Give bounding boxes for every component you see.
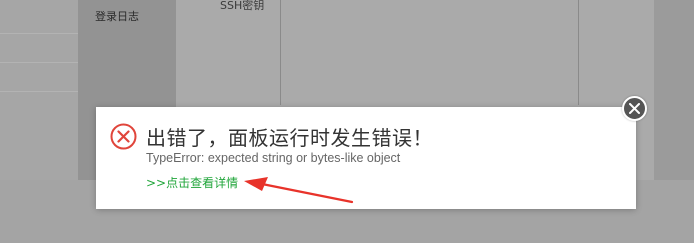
error-dialog: 出错了，面板运行时发生错误！ TypeError: expected strin… <box>96 107 636 209</box>
divider <box>0 62 78 63</box>
column-divider <box>280 0 281 105</box>
error-circle-x-icon <box>110 123 137 150</box>
column-header-ssh-key: SSH密钥 <box>220 0 265 12</box>
view-details-link[interactable]: >>点击查看详情 <box>146 174 238 191</box>
sidebar-item-login-log[interactable]: 登录日志 <box>95 8 139 24</box>
close-button[interactable] <box>622 96 647 121</box>
column-divider <box>578 0 579 105</box>
dialog-title: 出错了，面板运行时发生错误！ <box>146 126 433 150</box>
error-message: TypeError: expected string or bytes-like… <box>146 151 401 165</box>
divider <box>0 33 78 34</box>
divider <box>0 91 78 92</box>
